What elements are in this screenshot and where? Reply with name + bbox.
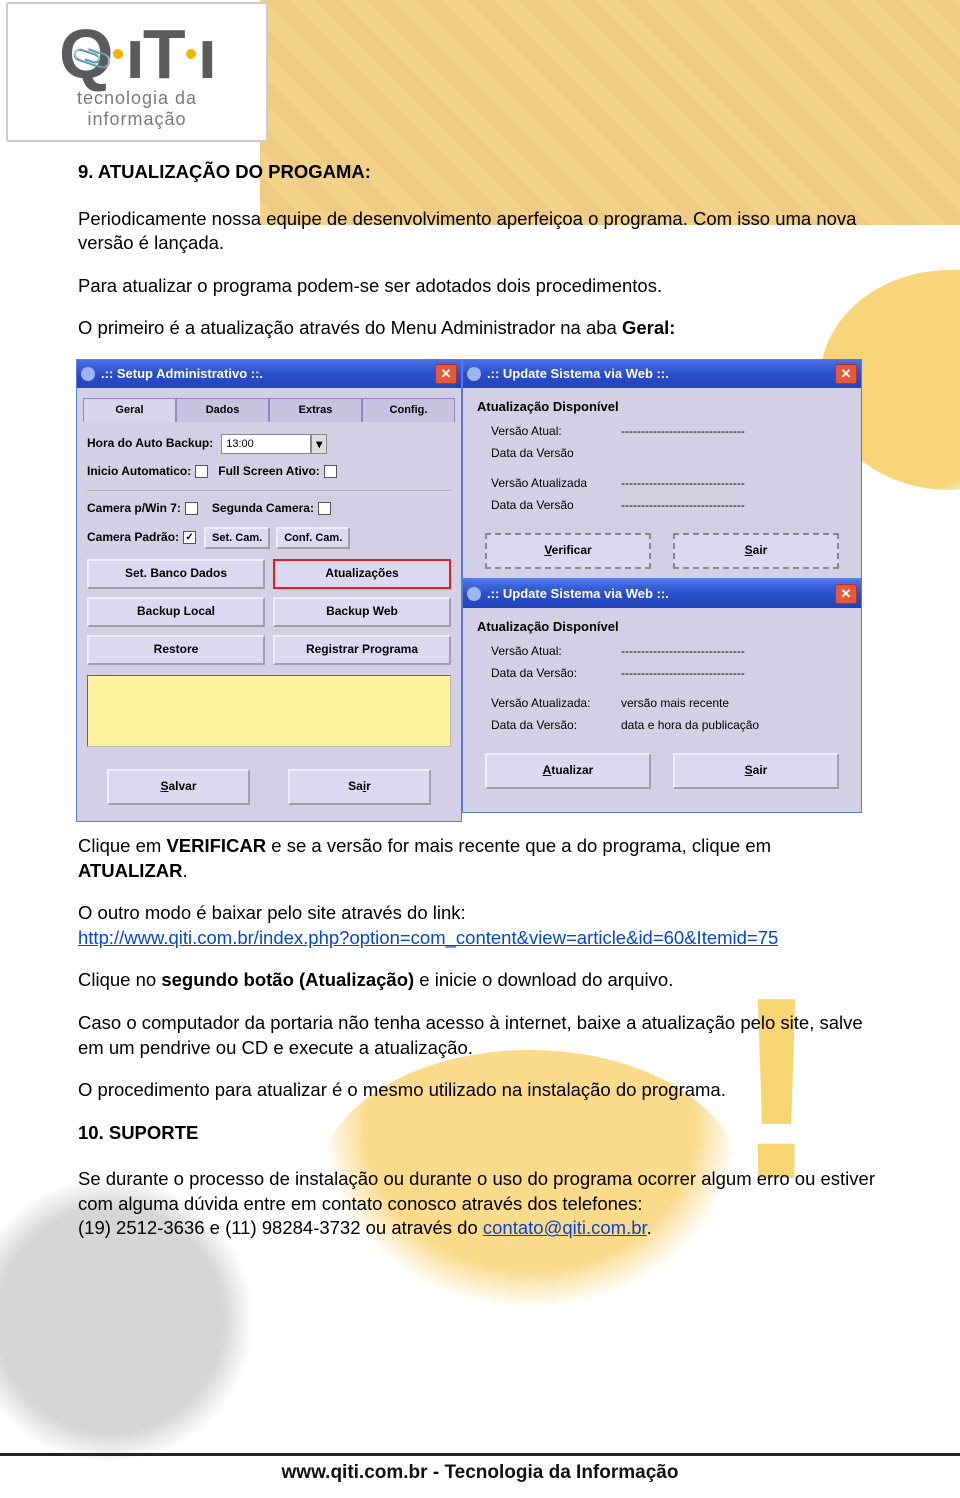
u2-dv2-value: data e hora da publicação — [621, 718, 759, 734]
backup-web-button[interactable]: Backup Web — [273, 597, 451, 627]
footer-text: www.qiti.com.br - Tecnologia da Informaç… — [282, 1462, 679, 1483]
download-link[interactable]: http://www.qiti.com.br/index.php?option=… — [78, 927, 778, 948]
tab-config[interactable]: Config. — [362, 398, 455, 422]
salvar-button[interactable]: Salvar — [107, 769, 250, 805]
u2-dv2-label: Data da Versão: — [491, 718, 621, 734]
screenshot-update-2: .:: Update Sistema via Web ::. ✕ Atualiz… — [462, 579, 862, 813]
update2-section: Atualização Disponível — [463, 608, 861, 641]
update1-section: Atualização Disponível — [463, 388, 861, 421]
close-icon[interactable]: ✕ — [435, 364, 457, 384]
paragraph: Se durante o processo de instalação ou d… — [78, 1167, 890, 1241]
u2-dv1-value: ------------------------------- — [621, 666, 745, 682]
u2-va-label: Versão Atual: — [491, 644, 621, 660]
verificar-button[interactable]: Verificar — [485, 533, 651, 569]
logo-subtitle-2: informação — [87, 109, 186, 130]
padrao-checkbox[interactable] — [183, 531, 196, 544]
sair-button[interactable]: Sair — [288, 769, 431, 805]
u2-vat-value: versão mais recente — [621, 696, 729, 712]
inicio-checkbox[interactable] — [195, 465, 208, 478]
paragraph: Clique em VERIFICAR e se a versão for ma… — [78, 834, 890, 883]
email-link[interactable]: contato@qiti.com.br — [483, 1217, 647, 1238]
dropdown-icon[interactable]: ▾ — [311, 434, 327, 454]
update1-title: .:: Update Sistema via Web ::. — [487, 365, 669, 382]
u1-vat-label: Versão Atualizada — [491, 476, 621, 492]
fullscreen-label: Full Screen Ativo: — [218, 464, 320, 480]
backup-local-button[interactable]: Backup Local — [87, 597, 265, 627]
app-icon — [467, 587, 481, 601]
sair-button-u1[interactable]: Sair — [673, 533, 839, 569]
setup-tabs: Geral Dados Extras Config. — [77, 388, 461, 422]
heading-10: 10. SUPORTE — [78, 1121, 890, 1146]
confcam-button[interactable]: Conf. Cam. — [276, 527, 350, 550]
tab-dados[interactable]: Dados — [176, 398, 269, 422]
logo: Q📎ıTı tecnologia da informação — [6, 2, 268, 142]
u1-dv1-label: Data da Versão — [491, 446, 621, 462]
fullscreen-checkbox[interactable] — [324, 465, 337, 478]
screenshot-setup-window: .:: Setup Administrativo ::. ✕ Geral Dad… — [76, 359, 462, 822]
paragraph: Clique no segundo botão (Atualização) e … — [78, 968, 890, 993]
close-icon[interactable]: ✕ — [835, 584, 857, 604]
paragraph: Para atualizar o programa podem-se ser a… — [78, 274, 890, 299]
segcam-label: Segunda Camera: — [212, 501, 314, 517]
setup-title: .:: Setup Administrativo ::. — [101, 365, 263, 382]
paragraph: O primeiro é a atualização através do Me… — [78, 316, 890, 341]
u2-vat-label: Versão Atualizada: — [491, 696, 621, 712]
paragraph: Caso o computador da portaria não tenha … — [78, 1011, 890, 1060]
heading-9: 9. ATUALIZAÇÃO DO PROGAMA: — [78, 160, 890, 185]
app-icon — [467, 367, 481, 381]
close-icon[interactable]: ✕ — [835, 364, 857, 384]
hora-label: Hora do Auto Backup: — [87, 436, 213, 452]
atualizacoes-button[interactable]: Atualizações — [273, 559, 451, 589]
atualizar-button[interactable]: Atualizar — [485, 753, 651, 789]
u1-va-value: ------------------------------- — [621, 424, 745, 440]
u1-dv2-value: ------------------------------- — [621, 498, 745, 514]
update2-title: .:: Update Sistema via Web ::. — [487, 585, 669, 602]
sair-button-u2[interactable]: Sair — [673, 753, 839, 789]
setup-titlebar: .:: Setup Administrativo ::. ✕ — [77, 360, 461, 388]
tab-extras[interactable]: Extras — [269, 398, 362, 422]
u2-va-value: ------------------------------- — [621, 644, 745, 660]
restore-button[interactable]: Restore — [87, 635, 265, 665]
inicio-label: Inicio Automatico: — [87, 464, 191, 480]
segcam-checkbox[interactable] — [318, 502, 331, 515]
app-icon — [81, 367, 95, 381]
u1-va-label: Versão Atual: — [491, 424, 621, 440]
u2-dv1-label: Data da Versão: — [491, 666, 621, 682]
paragraph: O procedimento para atualizar é o mesmo … — [78, 1078, 890, 1103]
cam7-label: Camera p/Win 7: — [87, 501, 181, 517]
u1-vat-value: ------------------------------- — [621, 476, 745, 492]
log-box — [87, 675, 451, 747]
screenshot-update-1: .:: Update Sistema via Web ::. ✕ Atualiz… — [462, 359, 862, 579]
paragraph: Periodicamente nossa equipe de desenvolv… — [78, 207, 890, 256]
padrao-label: Camera Padrão: — [87, 530, 179, 546]
paragraph: O outro modo é baixar pelo site através … — [78, 901, 890, 950]
setcam-button[interactable]: Set. Cam. — [204, 527, 270, 550]
registrar-button[interactable]: Registrar Programa — [273, 635, 451, 665]
page-footer: www.qiti.com.br - Tecnologia da Informaç… — [0, 1453, 960, 1484]
cam7-checkbox[interactable] — [185, 502, 198, 515]
tab-geral[interactable]: Geral — [83, 398, 176, 422]
header: Q📎ıTı tecnologia da informação — [0, 0, 960, 142]
hora-input[interactable] — [221, 434, 311, 454]
u1-dv2-label: Data da Versão — [491, 498, 621, 514]
banco-button[interactable]: Set. Banco Dados — [87, 559, 265, 589]
